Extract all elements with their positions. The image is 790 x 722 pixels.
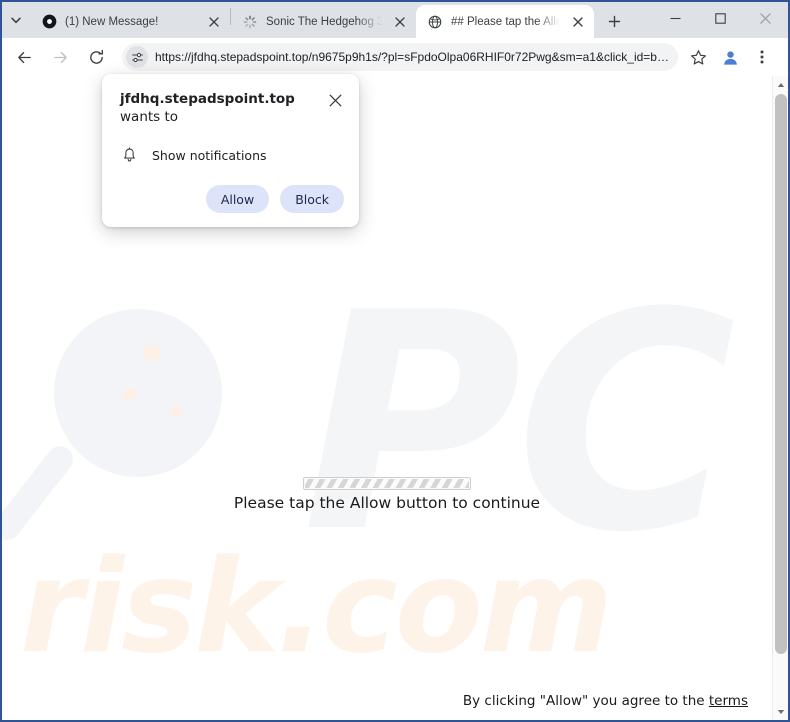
close-window-button[interactable] xyxy=(743,2,788,34)
allow-button[interactable]: Allow xyxy=(205,185,270,213)
watermark-magnifier-lens xyxy=(54,309,222,477)
watermark-pc-logo: PC xyxy=(302,249,736,598)
terms-disclaimer: By clicking "Allow" you agree to the ter… xyxy=(463,693,748,709)
profile-avatar-icon[interactable] xyxy=(716,43,744,71)
globe-icon xyxy=(427,14,443,30)
tab-title: (1) New Message! xyxy=(65,15,159,28)
page-scrollbar[interactable] xyxy=(772,76,788,720)
browser-tab-new-message[interactable]: (1) New Message! xyxy=(30,5,230,38)
loading-spinner-icon xyxy=(242,14,258,30)
dialog-title: jfdhq.stepadspoint.top wants to xyxy=(120,90,326,126)
reload-icon[interactable] xyxy=(82,43,110,71)
loading-progress-bar xyxy=(303,477,471,490)
tab-title: Sonic The Hedgehog 3 (2024) xyxy=(266,15,382,28)
dialog-header: jfdhq.stepadspoint.top wants to xyxy=(120,90,344,126)
browser-toolbar: https://jfdhq.stepadspoint.top/n9675p9h1… xyxy=(2,38,788,76)
back-arrow-icon[interactable] xyxy=(10,43,38,71)
watermark-dot xyxy=(170,406,182,418)
dark-circle-favicon xyxy=(41,14,57,30)
bell-icon xyxy=(120,146,138,164)
star-icon[interactable] xyxy=(684,43,712,71)
tab-search-chevron-down-icon[interactable] xyxy=(2,2,30,38)
tab-strip: (1) New Message! Sonic The Hedgehog ## P… xyxy=(2,2,788,38)
tab-close-icon[interactable] xyxy=(206,14,222,30)
notification-permission-dialog: jfdhq.stepadspoint.top wants to Show not… xyxy=(102,74,359,227)
browser-tab-sonic[interactable]: Sonic The Hedgehog 3 (2024) xyxy=(231,5,416,38)
terms-link[interactable]: terms xyxy=(709,693,748,709)
close-icon[interactable] xyxy=(326,91,344,109)
url-text: https://jfdhq.stepadspoint.top/n9675p9h1… xyxy=(155,50,674,64)
tab-title: ## Please tap the Allow button xyxy=(451,15,560,28)
toolbar-right-actions xyxy=(684,43,780,71)
terms-prefix-text: By clicking "Allow" you agree to the xyxy=(462,693,709,709)
three-dot-menu-icon[interactable] xyxy=(748,43,776,71)
tune-settings-icon[interactable] xyxy=(126,46,148,68)
browser-window: (1) New Message! Sonic The Hedgehog ## P… xyxy=(0,0,790,722)
window-controls xyxy=(653,2,788,38)
permission-request-label: Show notifications xyxy=(152,147,267,163)
dialog-title-suffix: wants to xyxy=(120,109,179,125)
block-button[interactable]: Block xyxy=(280,185,344,213)
tab-close-icon[interactable] xyxy=(570,14,586,30)
instruction-text: Please tap the Allow button to continue xyxy=(233,494,541,512)
watermark-dot xyxy=(142,344,160,362)
watermark-risk-text: risk.com xyxy=(20,533,613,682)
dialog-actions: Allow Block xyxy=(120,185,344,213)
tab-close-icon[interactable] xyxy=(392,14,408,30)
permission-request-row: Show notifications xyxy=(120,146,344,164)
new-tab-button[interactable] xyxy=(600,7,628,35)
forward-arrow-icon[interactable] xyxy=(46,43,74,71)
browser-tab-allow-button-active[interactable]: ## Please tap the Allow button xyxy=(416,5,594,38)
scroll-down-arrow-icon[interactable] xyxy=(773,703,788,720)
watermark-dot xyxy=(122,388,136,402)
progress-bar-container xyxy=(2,477,772,490)
scroll-up-arrow-icon[interactable] xyxy=(773,76,788,93)
minimize-button[interactable] xyxy=(653,2,698,34)
address-bar[interactable]: https://jfdhq.stepadspoint.top/n9675p9h1… xyxy=(122,43,678,71)
maximize-button[interactable] xyxy=(698,2,743,34)
scrollbar-thumb[interactable] xyxy=(775,94,787,654)
dialog-origin: jfdhq.stepadspoint.top xyxy=(120,91,295,107)
